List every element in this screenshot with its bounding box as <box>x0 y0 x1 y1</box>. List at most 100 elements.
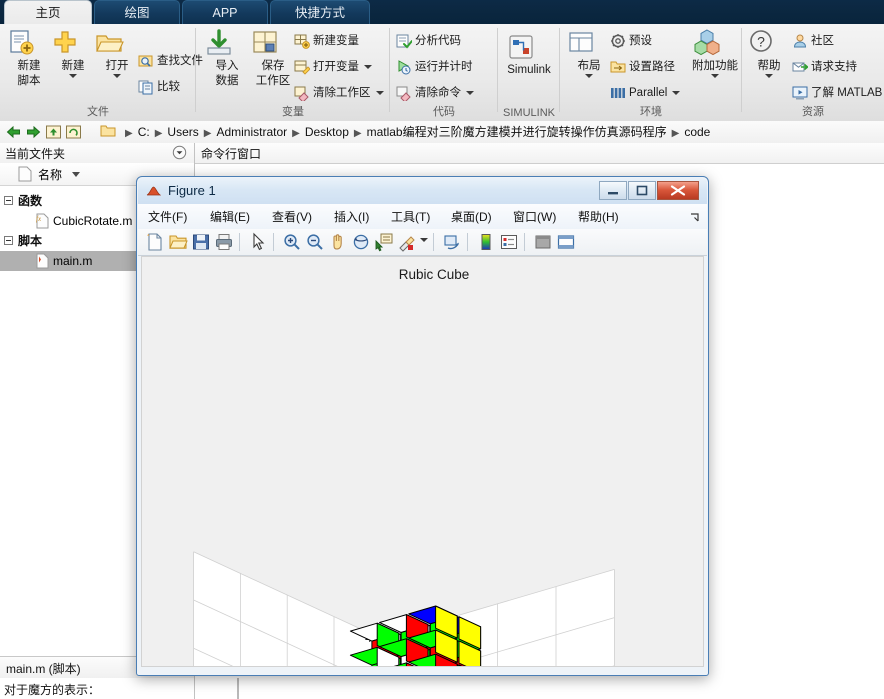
pointer-icon[interactable] <box>248 232 268 252</box>
tab-shortcuts[interactable]: 快捷方式 <box>270 0 370 24</box>
breadcrumb-item-administrator[interactable]: Administrator <box>216 125 287 139</box>
menu-tools[interactable]: 工具(T) <box>391 208 430 226</box>
collapse-icon[interactable] <box>4 196 13 205</box>
clear-commands-icon <box>396 85 412 101</box>
save-figure-icon[interactable] <box>191 232 211 252</box>
figure-title-bar[interactable]: Figure 1 <box>138 178 707 204</box>
rotate-3d-icon[interactable] <box>351 232 371 252</box>
menu-insert[interactable]: 插入(I) <box>334 208 369 226</box>
addons-button[interactable]: 附加功能 <box>692 28 738 78</box>
parallel-icon <box>610 85 626 101</box>
colorbar-icon[interactable] <box>476 232 496 252</box>
layout-icon <box>566 28 612 58</box>
minimize-button[interactable] <box>599 181 627 200</box>
hide-plot-tools-icon[interactable] <box>533 232 553 252</box>
new-dropdown-caret[interactable] <box>69 73 77 78</box>
breadcrumb-item-drive[interactable]: C: <box>138 125 150 139</box>
new-script-button[interactable]: 新建 脚本 <box>6 28 52 87</box>
panel-splitter[interactable] <box>237 678 239 699</box>
collapse-icon[interactable] <box>4 236 13 245</box>
up-one-level-button[interactable] <box>45 124 62 140</box>
open-button[interactable]: 打开 <box>94 28 140 78</box>
menu-window[interactable]: 窗口(W) <box>513 208 556 226</box>
clear-commands-button[interactable]: 清除命令 <box>396 82 474 104</box>
maximize-button[interactable] <box>628 181 656 200</box>
open-label: 打开 <box>105 60 129 72</box>
tab-apps[interactable]: APP <box>182 0 268 24</box>
link-plot-icon[interactable] <box>442 232 462 252</box>
preferences-button[interactable]: 预设 <box>610 30 652 52</box>
clear-workspace-caret[interactable] <box>375 90 384 95</box>
ribbon-tab-strip: 主页 绘图 APP 快捷方式 <box>0 0 884 24</box>
open-variable-caret[interactable] <box>364 64 372 69</box>
close-button[interactable] <box>657 181 699 200</box>
breadcrumb-item-users[interactable]: Users <box>167 125 198 139</box>
figure-canvas[interactable]: -4-2024-4-2024-4-2024Variable XVariable … <box>141 256 704 667</box>
parallel-caret[interactable] <box>672 90 681 95</box>
brush-dropdown-caret[interactable] <box>420 238 428 242</box>
menu-file[interactable]: 文件(F) <box>148 208 187 226</box>
open-dropdown-caret[interactable] <box>113 73 121 78</box>
find-files-button[interactable]: 查找文件 <box>138 50 203 72</box>
request-support-button[interactable]: 请求支持 <box>792 56 857 78</box>
breadcrumb-item-desktop[interactable]: Desktop <box>305 125 349 139</box>
compare-button[interactable]: 比较 <box>138 76 180 98</box>
help-label: 帮助 <box>757 60 781 72</box>
clear-commands-caret[interactable] <box>466 90 474 95</box>
data-cursor-icon[interactable] <box>374 232 394 252</box>
selected-file-status: main.m (脚本) <box>6 662 81 676</box>
figure-window[interactable]: Figure 1 文件(F) 编辑(E) 查看(V) 插入(I) 工具(T) 桌… <box>136 176 709 676</box>
clear-workspace-button[interactable]: 清除工作区 <box>294 82 384 104</box>
ribbon-group-resources: ? 帮助 社区 请求支持 了解 MATLAB 资源 <box>742 24 884 121</box>
menu-view[interactable]: 查看(V) <box>272 208 312 226</box>
pan-icon[interactable] <box>328 232 348 252</box>
save-workspace-icon <box>250 28 296 58</box>
tab-home[interactable]: 主页 <box>4 0 92 24</box>
forward-button[interactable] <box>25 124 42 140</box>
axes-3d[interactable]: -4-2024-4-2024-4-2024Variable XVariable … <box>142 257 703 666</box>
toolbar-separator <box>524 233 525 251</box>
new-button[interactable]: 新建 <box>50 28 96 78</box>
file-generic-icon <box>18 166 32 185</box>
save-workspace-button[interactable]: 保存 工作区 <box>250 28 296 87</box>
new-figure-icon[interactable] <box>145 232 165 252</box>
legend-icon[interactable] <box>499 232 519 252</box>
parallel-button[interactable]: Parallel <box>610 82 681 104</box>
set-path-button[interactable]: 设置路径 <box>610 56 675 78</box>
learn-matlab-button[interactable]: 了解 MATLAB <box>792 82 882 104</box>
sort-caret-icon[interactable] <box>72 172 80 177</box>
ribbon-group-file: 新建 脚本 新建 打开 查找文件 比较 文件 <box>0 24 203 121</box>
refresh-button[interactable] <box>65 124 82 140</box>
breadcrumb-item-code[interactable]: code <box>684 125 710 139</box>
panel-options-icon[interactable] <box>172 145 187 163</box>
menu-desktop[interactable]: 桌面(D) <box>451 208 492 226</box>
print-figure-icon[interactable] <box>214 232 234 252</box>
help-caret[interactable] <box>765 73 773 78</box>
layout-caret[interactable] <box>585 73 593 78</box>
column-header-name[interactable]: 名称 <box>38 166 62 183</box>
analyze-code-button[interactable]: 分析代码 <box>396 30 461 52</box>
help-button[interactable]: ? 帮助 <box>746 28 792 78</box>
menu-help[interactable]: 帮助(H) <box>578 208 619 226</box>
breadcrumb-item-project[interactable]: matlab编程对三阶魔方建模并进行旋转操作仿真源码程序 <box>367 125 667 139</box>
zoom-out-icon[interactable] <box>305 232 325 252</box>
open-file-icon[interactable] <box>168 232 188 252</box>
new-variable-button[interactable]: 新建变量 <box>294 30 359 52</box>
import-data-button[interactable]: 导入 数据 <box>204 28 250 87</box>
addons-caret[interactable] <box>711 73 719 78</box>
zoom-in-icon[interactable] <box>282 232 302 252</box>
ribbon-toolbar: 新建 脚本 新建 打开 查找文件 比较 文件 导入 数据 保存 工作区 新建变量… <box>0 24 884 122</box>
open-variable-button[interactable]: 打开变量 <box>294 56 372 78</box>
tab-plots[interactable]: 绘图 <box>94 0 180 24</box>
dock-arrow-icon[interactable] <box>690 212 700 226</box>
brush-icon[interactable] <box>397 232 417 252</box>
layout-button[interactable]: 布局 <box>566 28 612 78</box>
simulink-button[interactable]: Simulink <box>506 32 552 77</box>
new-variable-label: 新建变量 <box>313 35 359 47</box>
toolbar-separator <box>273 233 274 251</box>
menu-edit[interactable]: 编辑(E) <box>210 208 250 226</box>
show-plot-tools-icon[interactable] <box>556 232 576 252</box>
back-button[interactable] <box>5 124 22 140</box>
run-and-time-button[interactable]: 运行并计时 <box>396 56 473 78</box>
community-button[interactable]: 社区 <box>792 30 834 52</box>
